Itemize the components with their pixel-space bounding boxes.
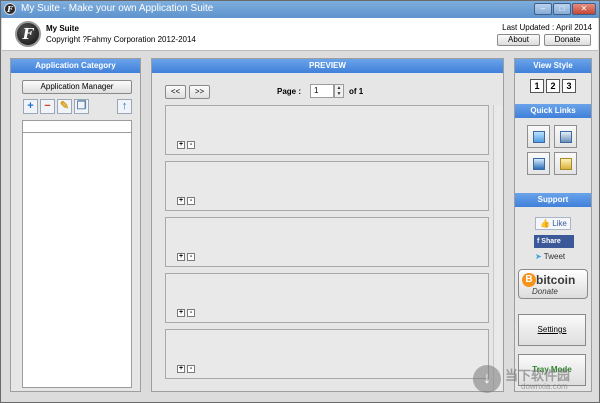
remove-icon[interactable]: − — [40, 99, 55, 114]
page-label: Page : — [277, 87, 302, 96]
minus-button[interactable]: - — [187, 141, 195, 149]
facebook-share-button[interactable]: f Share — [534, 235, 574, 248]
category-panel-title: Application Category — [11, 59, 140, 73]
facebook-icon: f — [537, 238, 540, 245]
main-window: F My Suite - Make your own Application S… — [0, 0, 600, 403]
network-icon — [560, 131, 572, 143]
last-updated: Last Updated : April 2014 — [502, 23, 592, 32]
quick-links-title: Quick Links — [515, 104, 591, 118]
plus-button[interactable]: + — [177, 197, 185, 205]
minus-button[interactable]: - — [187, 197, 195, 205]
share-label: Share — [541, 238, 561, 245]
display-icon — [533, 158, 545, 170]
preview-slot[interactable]: + - — [165, 105, 489, 155]
edit-icon[interactable]: ✎ — [57, 99, 72, 114]
header: F My Suite Copyright ?Fahmy Corporation … — [2, 18, 598, 51]
twitter-bird-icon: ➤ — [535, 252, 542, 261]
settings-label: Settings — [537, 325, 567, 334]
bitcoin-donate-label: Donate — [532, 287, 558, 296]
add-icon[interactable]: + — [23, 99, 38, 114]
quick-link-network[interactable] — [554, 125, 577, 148]
folder-icon — [560, 158, 572, 170]
next-page-button[interactable]: >> — [189, 85, 210, 99]
preview-slot[interactable]: + - — [165, 329, 489, 379]
category-panel: Application Category Application Manager… — [10, 58, 141, 392]
bitcoin-icon: B — [522, 273, 536, 287]
view-style-title: View Style — [515, 59, 591, 73]
view-style-3-button[interactable]: 3 — [562, 79, 576, 93]
minimize-button[interactable]: – — [534, 3, 552, 15]
close-button[interactable]: ✕ — [572, 3, 596, 15]
page-number-input[interactable]: 1 — [310, 84, 334, 98]
view-style-1-button[interactable]: 1 — [530, 79, 544, 93]
computer-icon — [533, 131, 545, 143]
copyright-text: Copyright ?Fahmy Corporation 2012-2014 — [46, 35, 196, 44]
category-list[interactable] — [22, 120, 132, 388]
category-search-input[interactable] — [23, 121, 131, 133]
window-title: My Suite - Make your own Application Sui… — [21, 3, 214, 14]
donate-button[interactable]: Donate — [544, 34, 591, 46]
preview-title: PREVIEW — [152, 59, 503, 73]
about-button[interactable]: About — [497, 34, 540, 46]
maximize-button[interactable]: □ — [553, 3, 571, 15]
preview-slot[interactable]: + - — [165, 217, 489, 267]
bitcoin-label: bitcoin — [536, 273, 576, 287]
quick-link-folder[interactable] — [554, 152, 577, 175]
prev-page-button[interactable]: << — [165, 85, 186, 99]
bitcoin-donate-button[interactable]: B bitcoin Donate — [518, 269, 588, 299]
quick-link-display[interactable] — [527, 152, 550, 175]
copy-icon[interactable]: ❐ — [74, 99, 89, 114]
app-icon: F — [4, 3, 16, 15]
app-name: My Suite — [46, 24, 79, 33]
download-icon: ↓ — [473, 365, 501, 393]
quick-link-computer[interactable] — [527, 125, 550, 148]
facebook-like-button[interactable]: 👍 Like — [535, 217, 571, 230]
fahmy-logo: F — [15, 21, 41, 47]
tweet-label: Tweet — [543, 252, 566, 261]
minus-button[interactable]: - — [187, 365, 195, 373]
tweet-button[interactable]: ➤ Tweet — [534, 251, 572, 263]
preview-scrollbar[interactable] — [493, 105, 502, 391]
minus-button[interactable]: - — [187, 253, 195, 261]
like-label: Like — [552, 219, 567, 228]
preview-slot[interactable]: + - — [165, 273, 489, 323]
plus-button[interactable]: + — [177, 253, 185, 261]
preview-slot[interactable]: + - — [165, 161, 489, 211]
view-style-2-button[interactable]: 2 — [546, 79, 560, 93]
thumbs-up-icon: 👍 — [540, 219, 550, 228]
spin-down-icon[interactable]: ▼ — [335, 91, 343, 97]
site-watermark: ↓ 当下软件园 downxia.com — [473, 363, 591, 397]
plus-button[interactable]: + — [177, 141, 185, 149]
page-total: of 1 — [349, 87, 364, 96]
watermark-url: downxia.com — [521, 382, 568, 391]
plus-button[interactable]: + — [177, 365, 185, 373]
minus-button[interactable]: - — [187, 309, 195, 317]
settings-button[interactable]: Settings — [518, 314, 586, 346]
title-bar[interactable]: F My Suite - Make your own Application S… — [1, 1, 599, 18]
support-title: Support — [515, 193, 591, 207]
application-manager-button[interactable]: Application Manager — [22, 80, 132, 94]
plus-button[interactable]: + — [177, 309, 185, 317]
move-up-icon[interactable]: ↑ — [117, 99, 132, 114]
page-spinner[interactable]: ▲ ▼ — [334, 84, 344, 98]
